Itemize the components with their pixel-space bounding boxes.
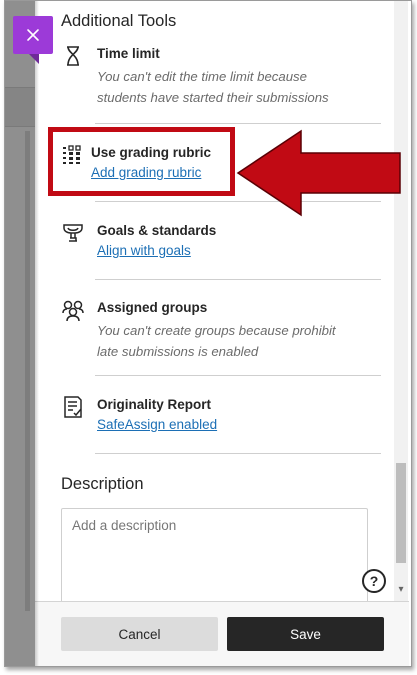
scrollbar-thumb[interactable] xyxy=(396,463,406,563)
groups-icon xyxy=(61,298,85,322)
align-with-goals-link[interactable]: Align with goals xyxy=(97,243,191,258)
hourglass-icon xyxy=(61,44,85,68)
tool-goals-standards: Goals & standards Align with goals xyxy=(61,221,361,261)
tool-subtitle: You can't create groups because prohibit… xyxy=(97,323,336,359)
section-title-description: Description xyxy=(61,475,144,493)
safeassign-enabled-link[interactable]: SafeAssign enabled xyxy=(97,417,217,432)
trophy-icon xyxy=(61,221,85,245)
divider xyxy=(95,375,381,376)
close-panel-button[interactable] xyxy=(13,16,53,54)
tool-subtitle: You can't edit the time limit because st… xyxy=(97,69,329,105)
question-circle-icon[interactable]: ? xyxy=(362,569,386,593)
section-title-additional-tools: Additional Tools xyxy=(61,12,177,30)
panel-footer: Cancel Save xyxy=(35,601,409,666)
divider xyxy=(95,453,381,454)
screenshot-frame: Additional Tools Time limit You can't ed… xyxy=(4,0,412,667)
side-panel: Additional Tools Time limit You can't ed… xyxy=(35,1,411,666)
divider xyxy=(95,123,381,124)
report-icon xyxy=(61,395,85,419)
tool-name: Time limit xyxy=(97,46,160,61)
arrow-left-icon xyxy=(236,129,401,217)
close-icon xyxy=(27,29,39,41)
divider xyxy=(95,279,381,280)
tool-originality-report: Originality Report SafeAssign enabled xyxy=(61,395,361,435)
backdrop-rail xyxy=(25,131,30,611)
cancel-button[interactable]: Cancel xyxy=(61,617,218,651)
highlight-box xyxy=(48,127,235,196)
tool-name: Originality Report xyxy=(97,397,212,412)
page-backdrop xyxy=(5,1,35,666)
scroll-down-icon[interactable]: ▾ xyxy=(396,585,406,595)
panel-shadow xyxy=(35,1,39,666)
tool-name: Goals & standards xyxy=(97,223,217,238)
tool-name: Assigned groups xyxy=(97,300,208,315)
close-button-tab xyxy=(29,54,39,64)
save-button[interactable]: Save xyxy=(227,617,384,651)
tool-time-limit: Time limit You can't edit the time limit… xyxy=(61,44,361,105)
backdrop-header xyxy=(5,87,35,127)
tool-assigned-groups: Assigned groups You can't create groups … xyxy=(61,298,361,359)
